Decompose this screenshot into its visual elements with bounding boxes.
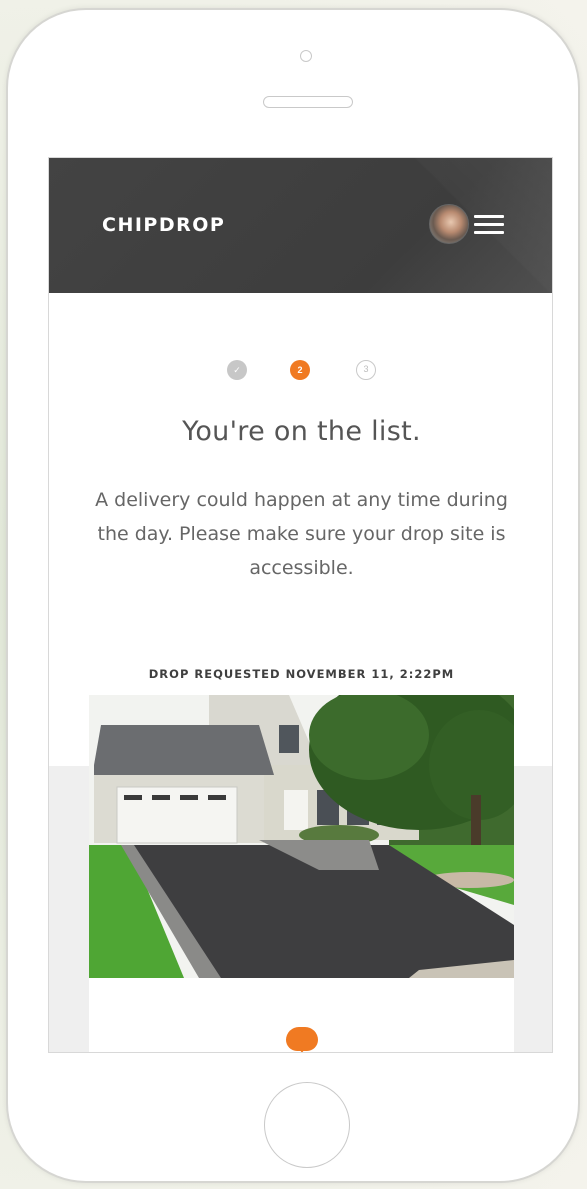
- speaker-grille: [263, 96, 353, 108]
- hamburger-menu-icon[interactable]: [474, 215, 504, 235]
- progress-steps: ✓ 2 3: [49, 360, 552, 384]
- user-avatar[interactable]: [429, 204, 469, 244]
- home-button[interactable]: [264, 1082, 350, 1168]
- app-header: CHIPDROP: [49, 158, 552, 293]
- camera-icon: [300, 50, 312, 62]
- step-complete-check-icon: ✓: [227, 360, 247, 380]
- step-upcoming: 3: [356, 360, 376, 380]
- map-pin-icon[interactable]: [286, 1027, 318, 1052]
- step-current: 2: [290, 360, 310, 380]
- menu-line: [474, 231, 504, 234]
- status-title: You're on the list.: [182, 416, 421, 447]
- house-driveway-photo: [89, 695, 514, 978]
- menu-line: [474, 223, 504, 226]
- status-message: A delivery could happen at any time duri…: [95, 489, 508, 579]
- app-screen: CHIPDROP ✓ 2 3 You're on the list. A del…: [48, 157, 553, 1053]
- drop-requested-label: DROP REQUESTED NOVEMBER 11, 2:22PM: [148, 667, 455, 681]
- app-logo[interactable]: CHIPDROP: [102, 214, 225, 236]
- menu-line: [474, 215, 504, 218]
